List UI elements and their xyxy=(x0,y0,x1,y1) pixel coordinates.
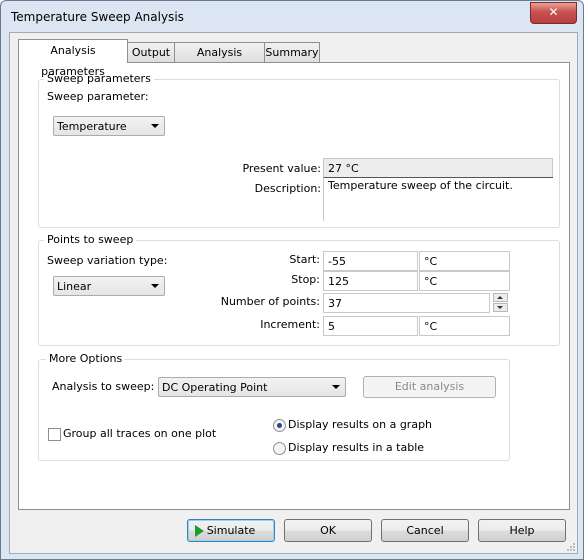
group-traces-checkbox[interactable] xyxy=(48,428,61,441)
increment-input[interactable]: 5 xyxy=(323,316,418,336)
chevron-down-icon xyxy=(151,284,159,288)
window-title: Temperature Sweep Analysis xyxy=(11,10,184,24)
simulate-button[interactable]: Simulate xyxy=(187,519,275,542)
points-to-sweep-group: Points to sweep Sweep variation type: Li… xyxy=(38,233,560,346)
cancel-label: Cancel xyxy=(406,524,444,537)
sweep-parameter-select[interactable]: Temperature xyxy=(53,116,165,136)
edit-analysis-button[interactable]: Edit analysis xyxy=(363,376,496,398)
tab-output[interactable]: Output xyxy=(127,42,175,62)
more-options-group: More Options Analysis to sweep: DC Opera… xyxy=(38,352,510,461)
display-graph-radio[interactable] xyxy=(273,419,286,432)
help-button[interactable]: Help xyxy=(478,519,566,542)
description-label: Description: xyxy=(254,182,321,195)
select-value: Linear xyxy=(57,280,92,293)
spin-down-icon[interactable] xyxy=(493,303,508,312)
spin-up-icon[interactable] xyxy=(493,293,508,302)
analysis-parameters-panel: Sweep parameters Sweep parameter: Temper… xyxy=(18,62,570,510)
title-bar: Temperature Sweep Analysis ✕ xyxy=(1,1,583,33)
select-value: DC Operating Point xyxy=(162,381,268,394)
display-table-radio[interactable] xyxy=(273,442,286,455)
chevron-down-icon xyxy=(151,124,159,128)
start-unit: °C xyxy=(419,251,510,271)
sweep-parameter-label: Sweep parameter: xyxy=(47,90,149,103)
analysis-to-sweep-select[interactable]: DC Operating Point xyxy=(158,377,346,397)
sweep-variation-type-label: Sweep variation type: xyxy=(47,254,168,267)
present-value-label: Present value: xyxy=(242,162,321,175)
select-value: Temperature xyxy=(57,120,127,133)
tab-label: Summary xyxy=(265,46,319,59)
start-label: Start: xyxy=(289,253,320,266)
increment-unit: °C xyxy=(419,316,510,336)
close-button[interactable]: ✕ xyxy=(530,2,577,24)
chevron-down-icon xyxy=(332,385,340,389)
dialog-client-area: Analysis parameters Output Analysis opti… xyxy=(9,32,578,554)
stop-input[interactable]: 125 xyxy=(323,271,418,291)
tab-analysis-parameters[interactable]: Analysis parameters xyxy=(18,39,128,78)
description-field[interactable]: Temperature sweep of the circuit. xyxy=(323,177,553,221)
tab-summary[interactable]: Summary xyxy=(264,42,320,62)
ok-button[interactable]: OK xyxy=(284,519,372,542)
number-of-points-input[interactable]: 37 xyxy=(323,293,490,313)
analysis-to-sweep-label: Analysis to sweep: xyxy=(52,380,155,393)
start-input[interactable]: -55 xyxy=(323,251,418,271)
tab-label: Output xyxy=(131,46,171,59)
help-label: Help xyxy=(509,524,535,537)
simulate-label: Simulate xyxy=(206,524,256,537)
stop-unit: °C xyxy=(419,271,510,291)
tab-label: Analysis parameters xyxy=(41,44,105,78)
play-icon xyxy=(195,525,204,537)
group-title: More Options xyxy=(46,352,126,365)
sweep-parameters-group: Sweep parameters Sweep parameter: Temper… xyxy=(38,72,560,228)
increment-label: Increment: xyxy=(260,318,320,331)
present-value-field: 27 °C xyxy=(323,158,553,178)
cancel-button[interactable]: Cancel xyxy=(381,519,469,542)
resize-grip-icon[interactable] xyxy=(566,542,576,552)
dialog-window: Temperature Sweep Analysis ✕ Analysis pa… xyxy=(0,0,584,560)
display-graph-label: Display results on a graph xyxy=(288,418,433,431)
ok-label: OK xyxy=(320,524,336,537)
stop-label: Stop: xyxy=(291,273,320,286)
tab-analysis-options[interactable]: Analysis options xyxy=(174,42,265,78)
close-icon: ✕ xyxy=(548,5,559,19)
number-of-points-label: Number of points: xyxy=(220,295,320,308)
sweep-variation-type-select[interactable]: Linear xyxy=(53,276,165,296)
number-of-points-spinner[interactable] xyxy=(493,293,508,313)
group-traces-label: Group all traces on one plot xyxy=(63,427,217,440)
display-table-label: Display results in a table xyxy=(288,441,425,454)
group-title: Points to sweep xyxy=(44,233,137,246)
